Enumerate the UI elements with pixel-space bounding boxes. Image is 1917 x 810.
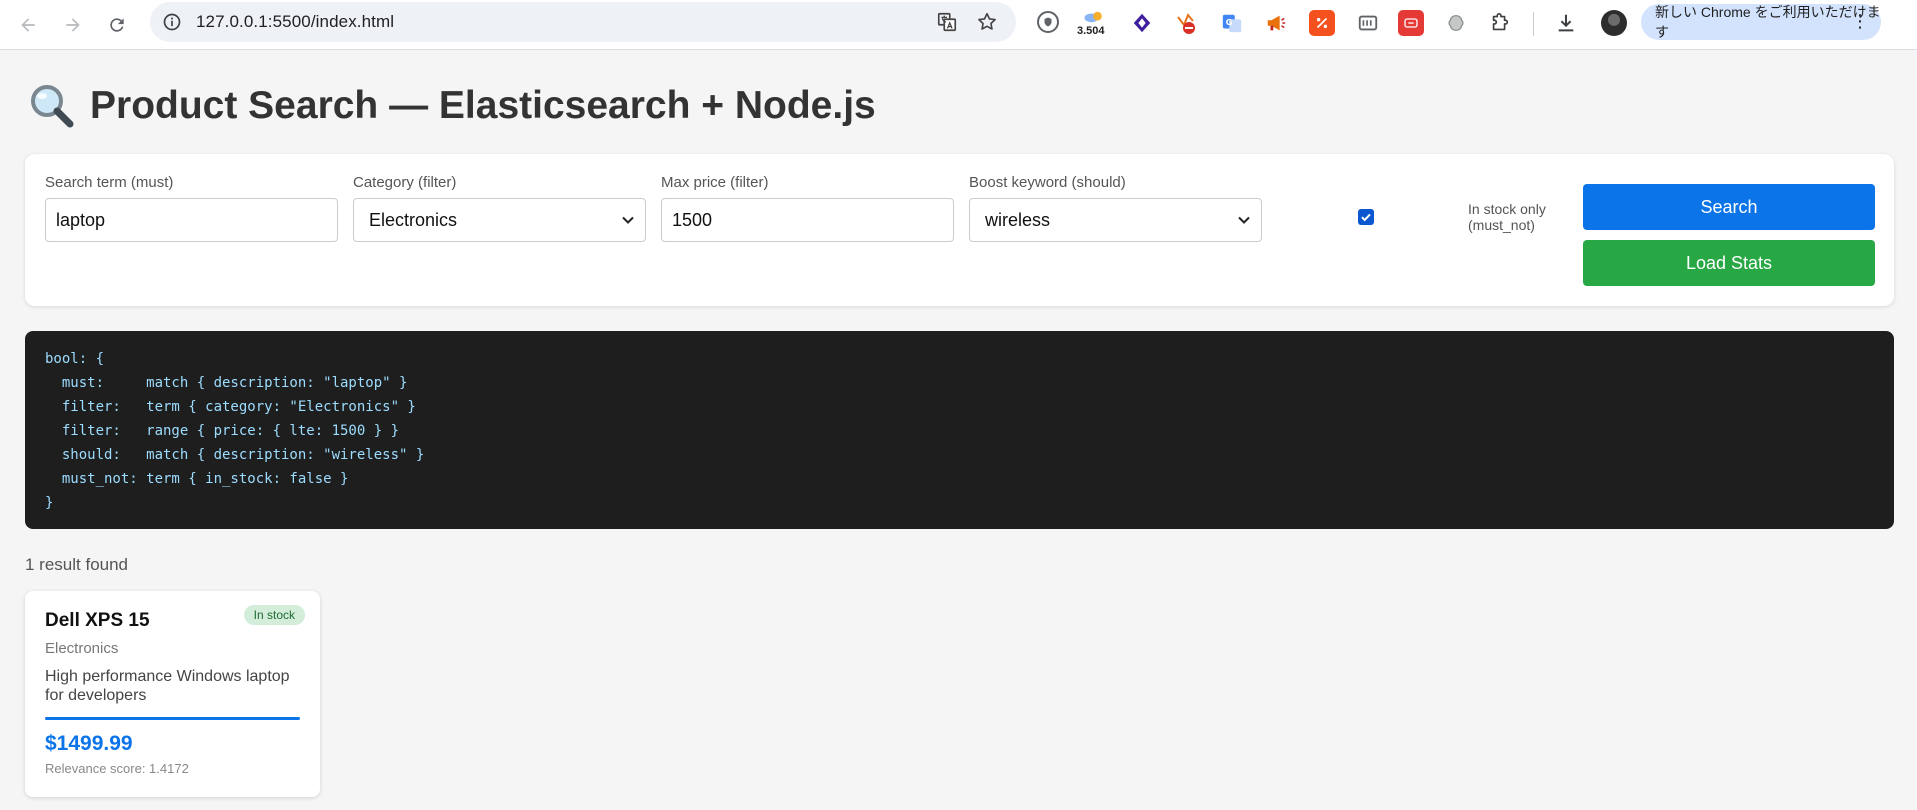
google-translate-icon: G bbox=[1222, 14, 1242, 33]
chevron-down-icon bbox=[1238, 216, 1250, 224]
category-field: Category (filter) Electronics bbox=[353, 174, 646, 242]
max-price-label: Max price (filter) bbox=[661, 174, 769, 191]
query-preview: bool: { must: match { description: "lapt… bbox=[25, 331, 1894, 529]
extension-weather-icon[interactable] bbox=[1079, 9, 1109, 25]
download-icon bbox=[1558, 14, 1574, 32]
cloud-icon bbox=[1084, 11, 1102, 23]
search-term-input[interactable] bbox=[45, 198, 338, 242]
in-stock-label: In stock only (must_not) bbox=[1468, 201, 1546, 233]
address-bar[interactable]: 127.0.0.1:5500/index.html bbox=[150, 2, 1016, 42]
bookmark-star-icon[interactable] bbox=[976, 11, 998, 33]
keyboard-icon bbox=[1358, 15, 1378, 31]
reload-button[interactable] bbox=[99, 7, 135, 43]
extension-keyboard-icon[interactable] bbox=[1355, 10, 1381, 36]
reload-icon bbox=[110, 18, 124, 32]
brain-icon bbox=[1448, 15, 1464, 31]
shield-icon bbox=[1044, 17, 1052, 27]
extension-badge-count: 3.504 bbox=[1077, 25, 1105, 37]
stock-status-badge: In stock bbox=[243, 605, 305, 625]
boost-keyword-label: Boost keyword (should) bbox=[969, 174, 1126, 191]
search-term-label: Search term (must) bbox=[45, 174, 174, 191]
checkmark-icon bbox=[1361, 213, 1371, 222]
browser-toolbar: 127.0.0.1:5500/index.html 3.504 G 新しい Ch… bbox=[0, 0, 1917, 50]
site-info-icon[interactable] bbox=[162, 12, 182, 32]
chrome-menu-icon[interactable]: ⋮ bbox=[1851, 12, 1869, 30]
svg-text:G: G bbox=[1226, 17, 1233, 27]
extension-blocker-icon[interactable] bbox=[1173, 10, 1199, 36]
arrow-left-icon bbox=[21, 18, 35, 32]
magnifier-icon bbox=[31, 85, 74, 128]
extension-percent-icon[interactable] bbox=[1309, 10, 1335, 36]
url-text: 127.0.0.1:5500/index.html bbox=[196, 12, 395, 31]
search-term-field: Search term (must) bbox=[45, 174, 338, 242]
extension-brain-icon[interactable] bbox=[1443, 10, 1469, 36]
product-price: $1499.99 bbox=[45, 732, 133, 755]
category-selected-value: Electronics bbox=[369, 209, 458, 230]
chrome-update-button[interactable]: 新しい Chrome をご利用いただけます ⋮ bbox=[1641, 4, 1881, 40]
max-price-field: Max price (filter) bbox=[661, 174, 954, 242]
extension-privacy-icon[interactable] bbox=[1037, 11, 1059, 33]
card-divider bbox=[45, 717, 300, 720]
page-title-text: Product Search — Elasticsearch + Node.js bbox=[90, 84, 876, 127]
downloads-button[interactable] bbox=[1553, 10, 1579, 36]
category-select[interactable]: Electronics bbox=[353, 198, 646, 242]
translate-icon[interactable] bbox=[936, 11, 958, 33]
back-button[interactable] bbox=[10, 7, 46, 43]
chevron-down-icon bbox=[622, 216, 634, 224]
extensions-menu-button[interactable] bbox=[1487, 10, 1513, 36]
product-card: Dell XPS 15 In stock Electronics High pe… bbox=[25, 591, 320, 797]
in-stock-checkbox[interactable] bbox=[1358, 209, 1374, 225]
megaphone-icon bbox=[1267, 15, 1286, 31]
page-title: Product Search — Elasticsearch + Node.js bbox=[26, 78, 876, 134]
profile-avatar[interactable] bbox=[1601, 10, 1627, 36]
arrow-right-icon bbox=[66, 18, 80, 32]
app-window-icon bbox=[1404, 18, 1418, 28]
percent-icon bbox=[1316, 17, 1328, 29]
boost-keyword-select[interactable]: wireless bbox=[969, 198, 1262, 242]
boost-keyword-selected-value: wireless bbox=[985, 209, 1051, 230]
chrome-update-text: 新しい Chrome をご利用いただけます bbox=[1655, 4, 1881, 40]
boost-keyword-field: Boost keyword (should) wireless bbox=[969, 174, 1262, 242]
forward-button[interactable] bbox=[55, 7, 91, 43]
search-form: Search term (must) Category (filter) Ele… bbox=[25, 154, 1894, 306]
load-stats-button[interactable]: Load Stats bbox=[1583, 240, 1875, 286]
search-button[interactable]: Search bbox=[1583, 184, 1875, 230]
result-count: 1 result found bbox=[25, 555, 129, 574]
extension-red-app-icon[interactable] bbox=[1398, 10, 1424, 36]
toolbar-separator bbox=[1533, 12, 1534, 36]
product-description: High performance Windows laptop for deve… bbox=[45, 668, 290, 704]
relevance-score: Relevance score: 1.4172 bbox=[45, 761, 189, 776]
extension-diamond-icon[interactable] bbox=[1129, 10, 1155, 36]
max-price-input[interactable] bbox=[661, 198, 954, 242]
category-label: Category (filter) bbox=[353, 174, 457, 191]
blocked-icon bbox=[1177, 13, 1195, 34]
puzzle-icon bbox=[1492, 13, 1509, 31]
extension-google-translate-icon[interactable]: G bbox=[1219, 10, 1245, 36]
extension-megaphone-icon[interactable] bbox=[1263, 10, 1289, 36]
product-category: Electronics bbox=[45, 640, 119, 657]
query-preview-code: bool: { must: match { description: "lapt… bbox=[45, 351, 425, 511]
diamond-icon bbox=[1133, 13, 1151, 33]
